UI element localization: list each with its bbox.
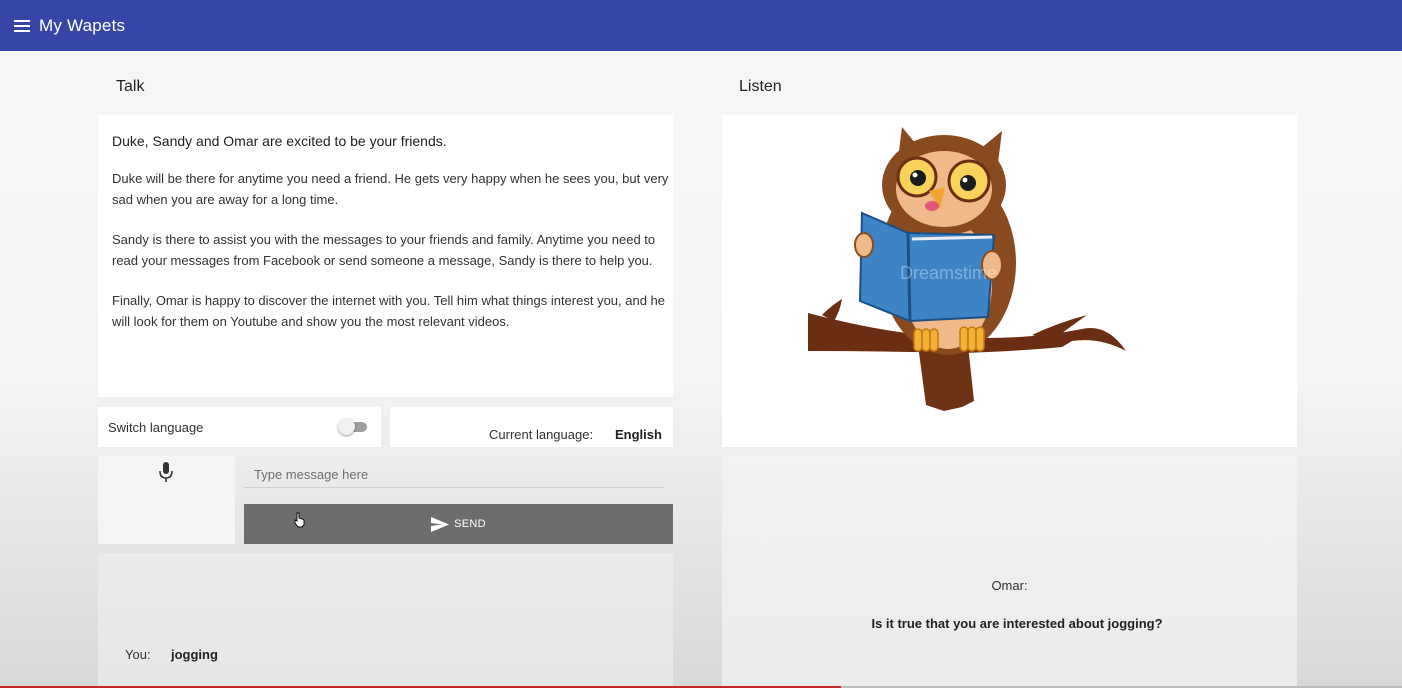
app-bar: My Wapets	[0, 0, 1402, 51]
current-language-label: Current language:	[489, 427, 594, 442]
reply-message: Is it true that you are interested about…	[871, 616, 1163, 631]
owl-reading-book-illustration: Dreamstime	[808, 127, 1126, 411]
owl-image-card: Dreamstime	[722, 115, 1297, 447]
omar-paragraph: Finally, Omar is happy to discover the i…	[112, 293, 666, 329]
listen-section-title: Listen	[739, 78, 782, 95]
assistant-reply-card: Omar: Is it true that you are interested…	[722, 456, 1297, 688]
mouse-pointer-icon	[294, 512, 305, 528]
user-message-card: You: jogging	[98, 553, 673, 688]
current-language-value: English	[615, 427, 662, 442]
current-language-card: Current language: English	[390, 407, 673, 447]
switch-language-toggle[interactable]	[338, 418, 368, 435]
microphone-icon[interactable]	[158, 462, 174, 484]
message-input[interactable]	[244, 462, 664, 488]
sandy-paragraph: Sandy is there to assist you with the me…	[112, 232, 656, 268]
switch-language-label: Switch language	[108, 419, 204, 435]
friends-description-card: Duke, Sandy and Omar are excited to be y…	[98, 115, 673, 397]
watermark: Dreamstime	[900, 263, 997, 283]
menu-icon[interactable]	[0, 0, 44, 51]
microphone-card	[98, 456, 235, 544]
send-button-label: SEND	[454, 518, 486, 530]
duke-paragraph: Duke will be there for anytime you need …	[112, 171, 669, 207]
you-message: jogging	[171, 647, 218, 662]
you-label: You:	[125, 647, 151, 662]
app-title: My Wapets	[39, 15, 126, 35]
send-icon	[431, 516, 450, 532]
reply-speaker: Omar:	[991, 578, 1028, 593]
send-button[interactable]: SEND	[244, 504, 673, 544]
friends-intro: Duke, Sandy and Omar are excited to be y…	[112, 133, 447, 149]
switch-language-card: Switch language	[98, 407, 381, 447]
talk-section-title: Talk	[116, 78, 145, 95]
